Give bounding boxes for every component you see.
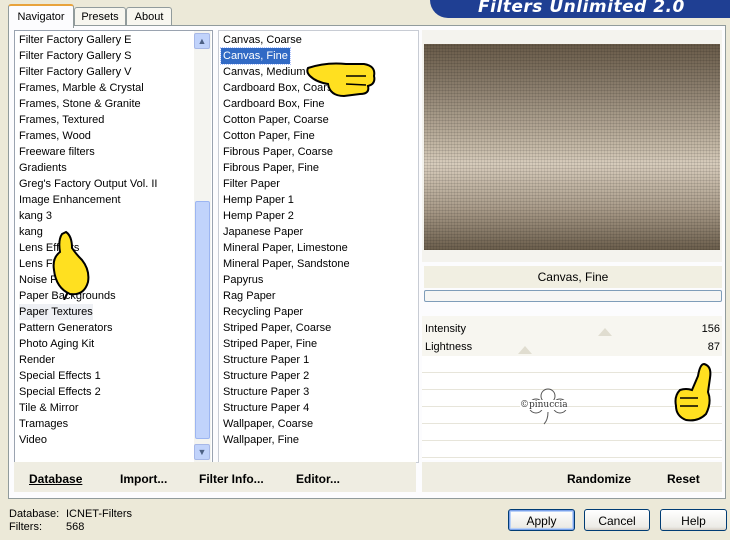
list-item[interactable]: Hemp Paper 2: [223, 208, 294, 224]
database-value: ICNET-Filters: [66, 508, 132, 520]
pointing-hand-icon: [52, 230, 90, 300]
list-item[interactable]: Render: [19, 352, 55, 368]
list-item[interactable]: Frames, Wood: [19, 128, 91, 144]
list-item[interactable]: kang: [19, 224, 43, 240]
apply-button[interactable]: Apply: [508, 509, 575, 531]
list-item[interactable]: Rag Paper: [223, 288, 276, 304]
list-item[interactable]: Recycling Paper: [223, 304, 303, 320]
param-intensity[interactable]: Intensity 156: [422, 320, 722, 338]
list-item[interactable]: Frames, Marble & Crystal: [19, 80, 144, 96]
cancel-button[interactable]: Cancel: [584, 509, 650, 531]
list-item[interactable]: Striped Paper, Coarse: [223, 320, 331, 336]
randomize-button[interactable]: Randomize: [567, 472, 631, 486]
list-item[interactable]: Filter Factory Gallery S: [19, 48, 131, 64]
list-item[interactable]: Canvas, Fine: [220, 47, 291, 65]
list-item[interactable]: Greg's Factory Output Vol. II: [19, 176, 157, 192]
list-item[interactable]: Canvas, Medium: [223, 64, 306, 80]
list-item[interactable]: Gradients: [19, 160, 67, 176]
list-item[interactable]: Hemp Paper 1: [223, 192, 294, 208]
list-item[interactable]: Structure Paper 3: [223, 384, 309, 400]
param-lightness[interactable]: Lightness 87: [422, 338, 722, 356]
pointing-hand-icon: [674, 362, 712, 422]
scroll-up-icon[interactable]: ▲: [194, 33, 210, 49]
list-item[interactable]: Tile & Mirror: [19, 400, 78, 416]
param-label: Intensity: [425, 323, 466, 335]
list-item[interactable]: Wallpaper, Fine: [223, 432, 299, 448]
filters-label: Filters:: [9, 521, 42, 533]
list-item[interactable]: Pattern Generators: [19, 320, 113, 336]
list-item[interactable]: Structure Paper 2: [223, 368, 309, 384]
reset-button[interactable]: Reset: [667, 472, 700, 486]
list-item[interactable]: Wallpaper, Coarse: [223, 416, 313, 432]
list-item[interactable]: Frames, Stone & Granite: [19, 96, 141, 112]
database-button[interactable]: Database: [29, 472, 82, 486]
category-scrollbar[interactable]: ▲ ▼: [194, 31, 211, 462]
list-item[interactable]: Cardboard Box, Fine: [223, 96, 325, 112]
list-item[interactable]: Image Enhancement: [19, 192, 121, 208]
banner-title: Filters Unlimited 2.0: [478, 0, 685, 17]
list-item[interactable]: Tramages: [19, 416, 68, 432]
filter-name-display: Canvas, Fine: [424, 266, 722, 288]
list-item[interactable]: Fibrous Paper, Fine: [223, 160, 319, 176]
filters-count: 568: [66, 521, 85, 533]
database-label: Database:: [9, 508, 60, 520]
tab-navigator[interactable]: Navigator: [8, 4, 74, 28]
list-item[interactable]: Filter Factory Gallery V: [19, 64, 131, 80]
list-item[interactable]: Structure Paper 1: [223, 352, 309, 368]
list-item[interactable]: Filter Paper: [223, 176, 280, 192]
list-item[interactable]: Fibrous Paper, Coarse: [223, 144, 333, 160]
param-value: 156: [701, 323, 720, 335]
list-item[interactable]: Cotton Paper, Fine: [223, 128, 315, 144]
list-item[interactable]: Photo Aging Kit: [19, 336, 94, 352]
list-item[interactable]: Frames, Textured: [19, 112, 104, 128]
editor-button[interactable]: Editor...: [296, 472, 340, 486]
database-button-label: Database: [29, 472, 83, 486]
list-item[interactable]: Papyrus: [223, 272, 263, 288]
param-value: 87: [707, 341, 720, 353]
filter-info-button[interactable]: Filter Info...: [199, 472, 264, 486]
list-item[interactable]: Canvas, Coarse: [223, 32, 302, 48]
scroll-thumb[interactable]: [195, 201, 210, 439]
list-item[interactable]: Paper Textures: [19, 304, 93, 320]
category-list[interactable]: Filter Factory Gallery E Filter Factory G…: [14, 30, 213, 463]
tab-about[interactable]: About: [126, 7, 172, 26]
pointing-hand-icon: [306, 62, 376, 98]
list-item[interactable]: Cotton Paper, Coarse: [223, 112, 329, 128]
import-button[interactable]: Import...: [120, 472, 167, 486]
param-label: Lightness: [425, 341, 473, 353]
progress-bar: [424, 290, 722, 302]
list-item[interactable]: Mineral Paper, Sandstone: [223, 256, 350, 272]
list-item[interactable]: Filter Factory Gallery E: [19, 32, 131, 48]
list-item[interactable]: Freeware filters: [19, 144, 95, 160]
scroll-down-icon[interactable]: ▼: [194, 444, 210, 460]
list-item[interactable]: Special Effects 2: [19, 384, 101, 400]
help-button[interactable]: Help: [660, 509, 727, 531]
watermark-text: ©pinuccia: [520, 400, 568, 410]
list-item[interactable]: Japanese Paper: [223, 224, 303, 240]
list-item[interactable]: Structure Paper 4: [223, 400, 309, 416]
list-item[interactable]: Video: [19, 432, 47, 448]
list-item[interactable]: Mineral Paper, Limestone: [223, 240, 348, 256]
tab-presets[interactable]: Presets: [74, 7, 126, 26]
preview-image: [424, 44, 720, 250]
list-item[interactable]: kang 3: [19, 208, 52, 224]
list-item[interactable]: Special Effects 1: [19, 368, 101, 384]
list-item[interactable]: Striped Paper, Fine: [223, 336, 317, 352]
